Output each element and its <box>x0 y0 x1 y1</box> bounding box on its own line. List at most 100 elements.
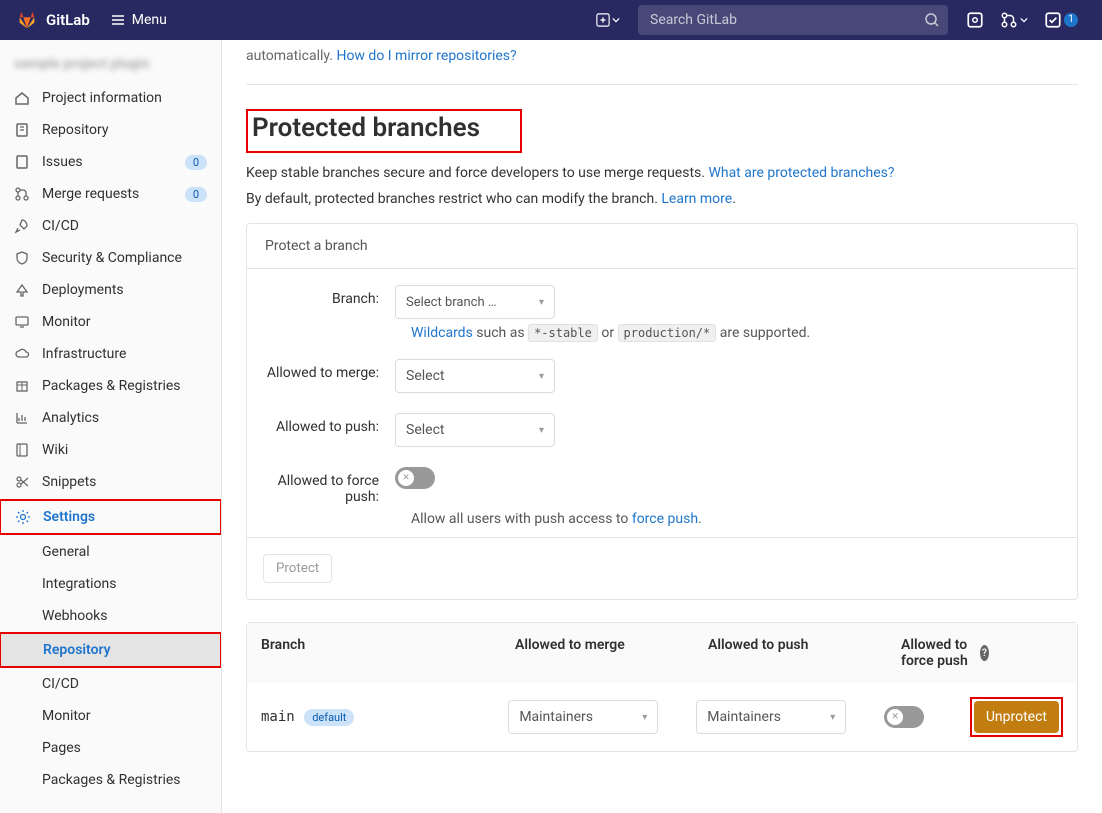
sidebar-item-monitor[interactable]: Monitor <box>0 306 221 338</box>
sidebar-item-label: Packages & Registries <box>42 378 207 394</box>
sidebar-sub-label: CI/CD <box>42 676 207 692</box>
merge-icon <box>1000 11 1018 29</box>
sidebar-sub-packages[interactable]: Packages & Registries <box>0 764 221 796</box>
create-new-dropdown[interactable] <box>596 13 620 27</box>
section-title-highlight: Protected branches <box>246 109 522 153</box>
issues-icon <box>966 11 984 29</box>
search-input[interactable] <box>638 5 948 35</box>
menu-label: Menu <box>132 12 167 28</box>
allowed-merge-label: Allowed to merge: <box>265 359 395 381</box>
allowed-push-select[interactable]: Select ▾ <box>395 413 555 447</box>
issues-shortcut[interactable] <box>966 11 984 29</box>
row-merge-select[interactable]: Maintainers ▾ <box>508 700 658 734</box>
desc-text: By default, protected branches restrict … <box>246 191 661 207</box>
menu-toggle[interactable]: Menu <box>110 12 167 28</box>
main-content: automatically. How do I mirror repositor… <box>222 40 1102 813</box>
wildcards-link[interactable]: Wildcards <box>411 325 473 341</box>
sidebar-item-label: Infrastructure <box>42 346 207 362</box>
force-push-link[interactable]: force push <box>632 511 698 527</box>
sidebar-item-label: Security & Compliance <box>42 250 207 266</box>
issues-icon <box>14 154 30 170</box>
hint-text: . <box>698 511 702 527</box>
chart-icon <box>14 410 30 426</box>
chevron-down-icon: ▾ <box>539 425 544 436</box>
branch-select[interactable]: Select branch … ▾ <box>395 285 555 319</box>
sidebar-sub-label: Integrations <box>42 576 207 592</box>
sidebar-sub-label: Repository <box>43 642 206 658</box>
sidebar-item-issues[interactable]: Issues 0 <box>0 146 221 178</box>
todo-count-badge: 1 <box>1064 13 1078 27</box>
description-2: By default, protected branches restrict … <box>246 191 1078 207</box>
protected-branches-table: Branch Allowed to merge Allowed to push … <box>246 622 1078 752</box>
select-value: Select branch … <box>406 295 497 310</box>
sidebar-sub-general[interactable]: General <box>0 536 221 568</box>
force-push-label: Allowed to force push: <box>265 467 395 505</box>
hamburger-icon <box>110 12 126 28</box>
chevron-down-icon <box>612 16 620 24</box>
select-value: Select <box>406 368 444 384</box>
shield-icon <box>14 250 30 266</box>
sidebar-item-label: Settings <box>43 509 206 525</box>
protect-button[interactable]: Protect <box>263 554 332 583</box>
unprotect-button[interactable]: Unprotect <box>974 701 1059 733</box>
row-force-push-toggle[interactable]: ✕ <box>884 706 924 728</box>
sidebar-item-label: Repository <box>42 122 207 138</box>
sidebar-sub-label: Monitor <box>42 708 207 724</box>
sidebar-item-project-information[interactable]: Project information <box>0 82 221 114</box>
sidebar-item-settings[interactable]: Settings <box>1 501 220 533</box>
hint-text: such as <box>473 325 528 341</box>
sidebar-item-label: Issues <box>42 154 173 170</box>
sidebar-item-label: Analytics <box>42 410 207 426</box>
merge-requests-shortcut[interactable] <box>1000 11 1028 29</box>
book-icon <box>14 442 30 458</box>
table-header: Branch Allowed to merge Allowed to push … <box>247 623 1077 683</box>
toggle-off-icon: ✕ <box>398 470 414 486</box>
rocket-icon <box>14 218 30 234</box>
force-push-toggle[interactable]: ✕ <box>395 467 435 489</box>
sidebar-item-wiki[interactable]: Wiki <box>0 434 221 466</box>
scissors-icon <box>14 474 30 490</box>
search-icon[interactable] <box>924 12 940 28</box>
todos-shortcut[interactable]: 1 <box>1044 11 1078 29</box>
gitlab-logo-icon[interactable] <box>16 9 38 31</box>
chevron-down-icon: ▾ <box>642 712 647 723</box>
sidebar-item-label: Wiki <box>42 442 207 458</box>
sidebar-item-cicd[interactable]: CI/CD <box>0 210 221 242</box>
col-label: Allowed to force push <box>901 637 978 669</box>
sidebar-sub-repository[interactable]: Repository <box>1 634 220 666</box>
allowed-merge-select[interactable]: Select ▾ <box>395 359 555 393</box>
sidebar-item-security[interactable]: Security & Compliance <box>0 242 221 274</box>
sidebar-sub-monitor[interactable]: Monitor <box>0 700 221 732</box>
mirror-help-link[interactable]: How do I mirror repositories? <box>336 48 516 64</box>
sidebar-sub-label: Webhooks <box>42 608 207 624</box>
top-nav: GitLab Menu 1 <box>0 0 1102 40</box>
search-wrap <box>638 5 948 35</box>
row-push-select[interactable]: Maintainers ▾ <box>696 700 846 734</box>
wildcard-hint: Wildcards such as *-stable or production… <box>411 325 1059 341</box>
gear-icon <box>15 509 31 525</box>
allowed-push-label: Allowed to push: <box>265 413 395 435</box>
todo-icon <box>1044 11 1062 29</box>
sidebar-sub-webhooks[interactable]: Webhooks <box>0 600 221 632</box>
plus-icon <box>596 13 610 27</box>
sidebar-item-snippets[interactable]: Snippets <box>0 466 221 498</box>
select-value: Select <box>406 422 444 438</box>
sidebar-sub-integrations[interactable]: Integrations <box>0 568 221 600</box>
hint-text: or <box>598 325 618 341</box>
sidebar-sub-pages[interactable]: Pages <box>0 732 221 764</box>
branch-name: main <box>261 709 295 725</box>
sidebar-item-repository[interactable]: Repository <box>0 114 221 146</box>
learn-more-link[interactable]: Learn more <box>661 191 732 207</box>
code-example: *-stable <box>528 324 598 342</box>
sidebar-item-packages[interactable]: Packages & Registries <box>0 370 221 402</box>
mirror-tail-text: automatically. <box>246 48 336 64</box>
chevron-down-icon: ▾ <box>830 712 835 723</box>
project-header[interactable]: sample project plugin <box>0 46 221 82</box>
sidebar-sub-cicd[interactable]: CI/CD <box>0 668 221 700</box>
protected-branches-help-link[interactable]: What are protected branches? <box>708 165 894 181</box>
sidebar-item-infrastructure[interactable]: Infrastructure <box>0 338 221 370</box>
sidebar-item-merge-requests[interactable]: Merge requests 0 <box>0 178 221 210</box>
help-icon[interactable]: ? <box>980 645 989 661</box>
sidebar-item-analytics[interactable]: Analytics <box>0 402 221 434</box>
sidebar-item-deployments[interactable]: Deployments <box>0 274 221 306</box>
